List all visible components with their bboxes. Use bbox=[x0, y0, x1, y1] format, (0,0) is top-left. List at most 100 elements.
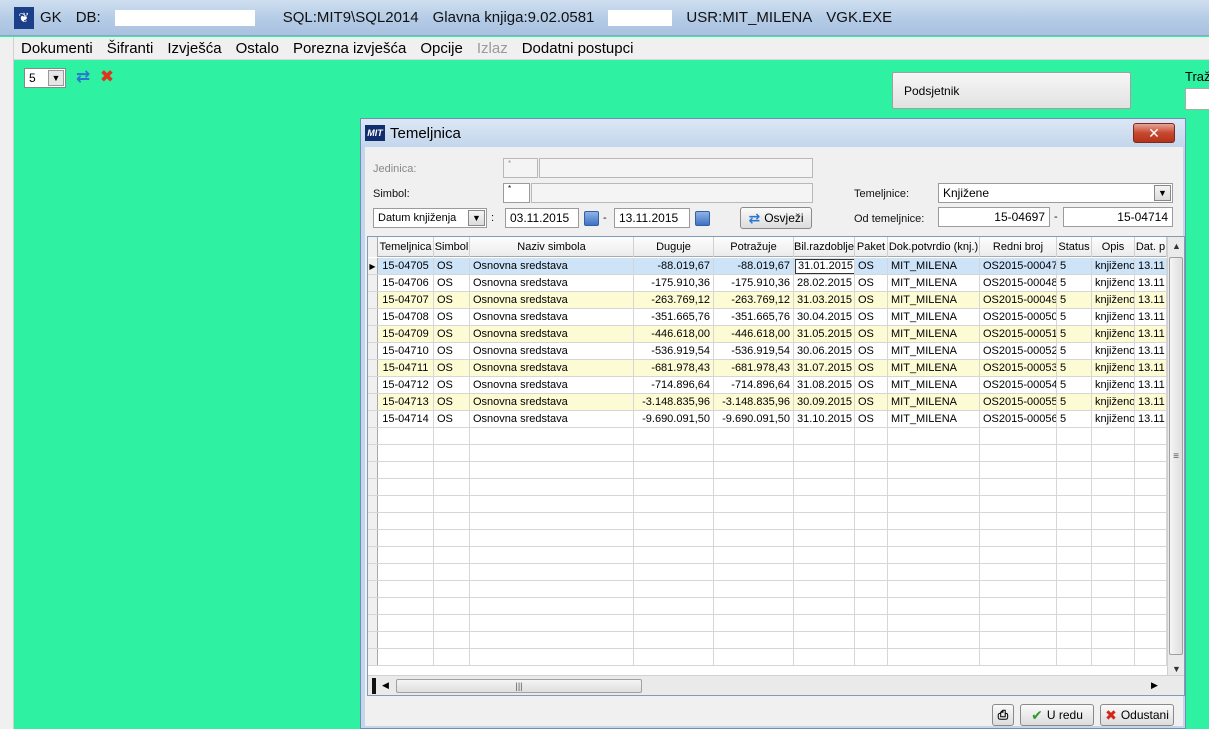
table-cell[interactable]: 13.11 bbox=[1135, 309, 1167, 325]
simbol-code-field[interactable]: * bbox=[503, 183, 530, 203]
search-input[interactable] bbox=[1185, 88, 1209, 110]
table-cell[interactable]: -175.910,36 bbox=[714, 275, 794, 291]
column-header[interactable]: Opis bbox=[1092, 237, 1135, 257]
row-indicator[interactable] bbox=[368, 360, 378, 376]
table-cell[interactable]: Osnovna sredstava bbox=[470, 360, 634, 376]
table-cell[interactable]: -714.896,64 bbox=[634, 377, 714, 393]
table-cell[interactable]: 13.11 bbox=[1135, 292, 1167, 308]
chevron-down-icon[interactable]: ▼ bbox=[48, 70, 64, 86]
table-cell[interactable]: 15-04709 bbox=[378, 326, 434, 342]
table-cell[interactable]: 13.11 bbox=[1135, 394, 1167, 410]
menu-item-dokumenti[interactable]: Dokumenti bbox=[14, 40, 100, 57]
table-cell[interactable]: knjiženo bbox=[1092, 292, 1135, 308]
refresh-button[interactable]: ⇄ Osvježi bbox=[740, 207, 812, 229]
table-cell[interactable]: OS2015-00048 bbox=[980, 275, 1057, 291]
column-header[interactable]: Duguje bbox=[634, 237, 714, 257]
row-indicator[interactable]: ▶ bbox=[368, 258, 378, 274]
table-cell[interactable]: OS bbox=[434, 292, 470, 308]
table-row[interactable]: 15-04711 OS Osnovna sredstava -681.978,43 -6… bbox=[368, 360, 1167, 377]
menu-item-ostalo[interactable]: Ostalo bbox=[229, 40, 286, 57]
table-cell[interactable]: 15-04710 bbox=[378, 343, 434, 359]
od-temeljnice-to[interactable]: 15-04714 bbox=[1063, 207, 1173, 227]
table-cell[interactable]: Osnovna sredstava bbox=[470, 377, 634, 393]
scroll-left-icon[interactable]: ◀ bbox=[377, 676, 394, 695]
scroll-up-icon[interactable]: ▲ bbox=[1168, 237, 1184, 254]
table-cell[interactable]: 13.11 bbox=[1135, 411, 1167, 427]
calendar-icon[interactable] bbox=[584, 211, 599, 226]
table-cell[interactable]: -263.769,12 bbox=[634, 292, 714, 308]
table-cell[interactable]: OS2015-00055 bbox=[980, 394, 1057, 410]
row-indicator[interactable] bbox=[368, 394, 378, 410]
table-cell[interactable]: OS2015-00052 bbox=[980, 343, 1057, 359]
scroll-right-icon[interactable]: ▶ bbox=[1146, 676, 1163, 695]
row-indicator[interactable] bbox=[368, 377, 378, 393]
table-cell[interactable]: OS bbox=[855, 292, 888, 308]
table-cell[interactable]: -446.618,00 bbox=[634, 326, 714, 342]
table-cell[interactable]: 13.11 bbox=[1135, 258, 1167, 274]
row-indicator[interactable] bbox=[368, 292, 378, 308]
table-cell[interactable]: OS bbox=[434, 309, 470, 325]
close-icon[interactable]: ✖ bbox=[98, 67, 116, 87]
table-cell[interactable]: MIT_MILENA bbox=[888, 360, 980, 376]
simbol-name-field[interactable] bbox=[531, 183, 813, 203]
table-cell[interactable]: Osnovna sredstava bbox=[470, 326, 634, 342]
column-header[interactable]: Paket bbox=[855, 237, 888, 257]
table-cell[interactable]: Osnovna sredstava bbox=[470, 258, 634, 274]
row-indicator[interactable] bbox=[368, 326, 378, 342]
print-button[interactable]: ⎙ bbox=[992, 704, 1014, 726]
table-cell[interactable]: 13.11 bbox=[1135, 275, 1167, 291]
column-header[interactable]: Dat. p bbox=[1135, 237, 1167, 257]
menu-item-opcije[interactable]: Opcije bbox=[413, 40, 470, 57]
hscroll-thumb[interactable]: ||| bbox=[396, 679, 642, 693]
date-type-select[interactable]: Datum knjiženja ▼ bbox=[373, 208, 487, 228]
table-cell[interactable]: 30.06.2015 bbox=[794, 343, 855, 359]
table-cell[interactable]: 15-04707 bbox=[378, 292, 434, 308]
table-cell[interactable]: 28.02.2015 bbox=[794, 275, 855, 291]
table-cell[interactable]: MIT_MILENA bbox=[888, 292, 980, 308]
table-cell[interactable]: MIT_MILENA bbox=[888, 326, 980, 342]
table-cell[interactable]: OS bbox=[434, 275, 470, 291]
table-cell[interactable]: -9.690.091,50 bbox=[634, 411, 714, 427]
table-cell[interactable]: knjiženo bbox=[1092, 360, 1135, 376]
table-cell[interactable]: OS bbox=[855, 411, 888, 427]
table-cell[interactable]: MIT_MILENA bbox=[888, 309, 980, 325]
table-row[interactable]: 15-04709 OS Osnovna sredstava -446.618,00 -4… bbox=[368, 326, 1167, 343]
table-cell[interactable]: MIT_MILENA bbox=[888, 377, 980, 393]
column-header[interactable]: Potražuje bbox=[714, 237, 794, 257]
table-cell[interactable]: 5 bbox=[1057, 360, 1092, 376]
table-cell[interactable]: 13.11 bbox=[1135, 377, 1167, 393]
table-cell[interactable]: 30.09.2015 bbox=[794, 394, 855, 410]
table-cell[interactable]: -351.665,76 bbox=[714, 309, 794, 325]
table-cell[interactable]: OS bbox=[434, 343, 470, 359]
table-cell[interactable]: knjiženo bbox=[1092, 377, 1135, 393]
column-header[interactable]: Status bbox=[1057, 237, 1092, 257]
date-to-field[interactable]: 13.11.2015 bbox=[614, 208, 690, 228]
table-cell[interactable]: 13.11 bbox=[1135, 343, 1167, 359]
table-cell[interactable]: knjiženo bbox=[1092, 326, 1135, 342]
table-cell[interactable]: 5 bbox=[1057, 309, 1092, 325]
menu-item-porezna-izvješća[interactable]: Porezna izvješća bbox=[286, 40, 413, 57]
table-cell[interactable]: 15-04711 bbox=[378, 360, 434, 376]
table-cell[interactable]: -9.690.091,50 bbox=[714, 411, 794, 427]
menu-item-izvješća[interactable]: Izvješća bbox=[160, 40, 228, 57]
table-row[interactable]: ▶ 15-04705 OS Osnovna sredstava -88.019,67 -8… bbox=[368, 258, 1167, 275]
table-cell[interactable]: -536.919,54 bbox=[714, 343, 794, 359]
table-cell[interactable]: 15-04714 bbox=[378, 411, 434, 427]
table-cell[interactable]: -88.019,67 bbox=[714, 258, 794, 274]
table-cell[interactable]: 5 bbox=[1057, 343, 1092, 359]
table-cell[interactable]: OS bbox=[434, 258, 470, 274]
temeljnice-select[interactable]: Knjižene ▼ bbox=[938, 183, 1173, 203]
menu-item-šifranti[interactable]: Šifranti bbox=[100, 40, 161, 57]
table-cell[interactable]: -536.919,54 bbox=[634, 343, 714, 359]
table-cell[interactable]: 5 bbox=[1057, 377, 1092, 393]
ok-button[interactable]: ✔ U redu bbox=[1020, 704, 1094, 726]
table-cell[interactable]: OS2015-00050 bbox=[980, 309, 1057, 325]
row-indicator[interactable] bbox=[368, 309, 378, 325]
table-cell[interactable]: 5 bbox=[1057, 292, 1092, 308]
table-row[interactable]: 15-04706 OS Osnovna sredstava -175.910,36 -1… bbox=[368, 275, 1167, 292]
page-select[interactable]: 5 ▼ bbox=[24, 68, 66, 88]
table-cell[interactable]: OS bbox=[434, 360, 470, 376]
table-cell[interactable]: OS bbox=[855, 275, 888, 291]
column-header[interactable]: Dok.potvrdio (knj.) bbox=[888, 237, 980, 257]
vertical-scrollbar[interactable]: ▲ ≡ ▼ bbox=[1167, 237, 1184, 677]
